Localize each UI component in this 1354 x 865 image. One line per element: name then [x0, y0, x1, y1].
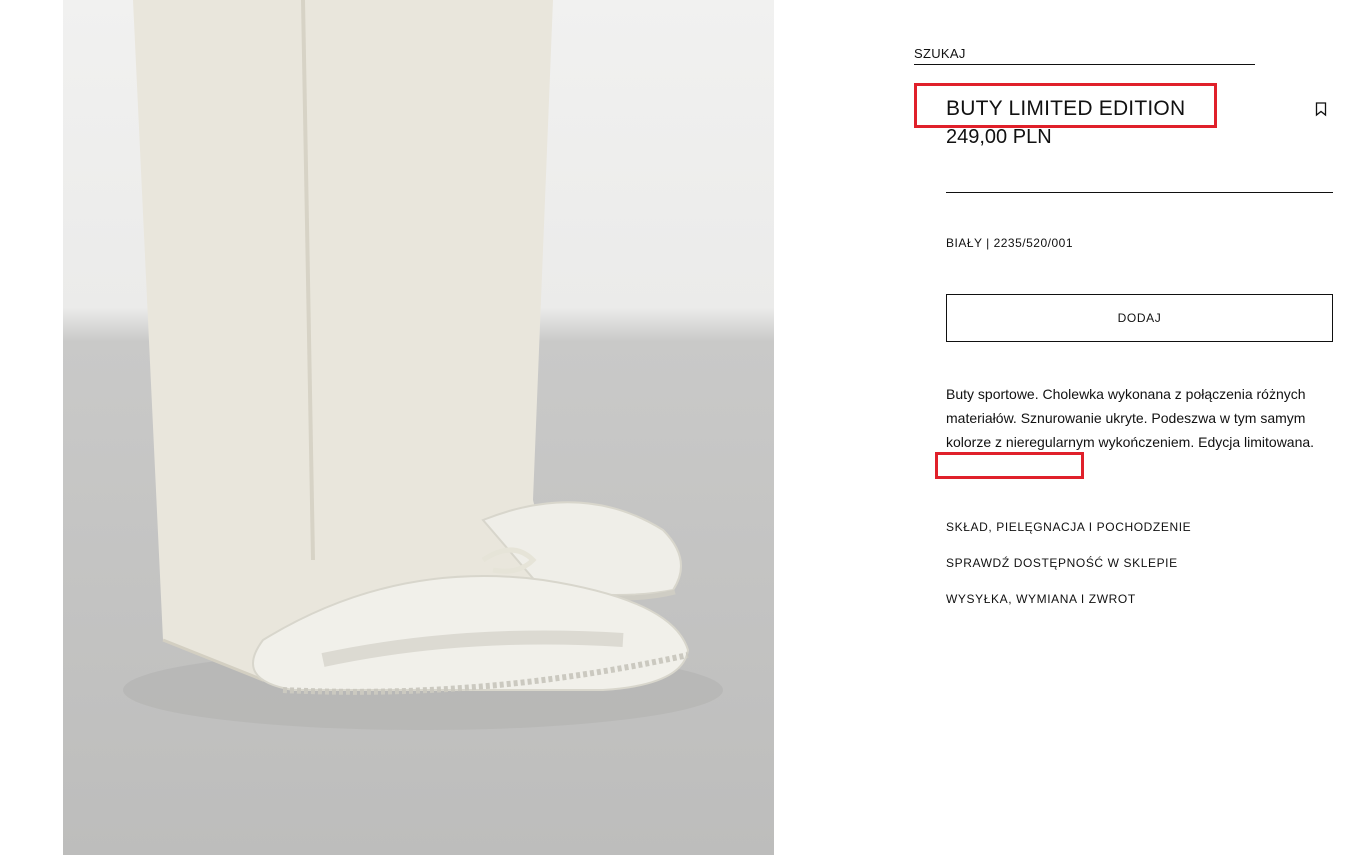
search-input[interactable]: SZUKAJ: [914, 46, 1255, 65]
composition-care-link[interactable]: SKŁAD, PIELĘGNACJA I POCHODZENIE: [946, 518, 1191, 554]
product-info-links: SKŁAD, PIELĘGNACJA I POCHODZENIE SPRAWDŹ…: [946, 518, 1191, 626]
product-price: 249,00 PLN: [946, 126, 1052, 148]
title-highlight-box: [914, 83, 1217, 128]
bookmark-icon-graphic: [1315, 102, 1327, 117]
search-label: SZUKAJ: [914, 46, 966, 61]
limited-edition-highlight-box: [935, 452, 1084, 479]
product-page: SZUKAJ BUTY LIMITED EDITION 249,00 PLN B…: [0, 0, 1354, 865]
shipping-returns-link[interactable]: WYSYŁKA, WYMIANA I ZWROT: [946, 590, 1191, 626]
description-limited-edition: Edycja limitowana.: [1198, 434, 1315, 450]
product-image: [63, 0, 774, 855]
color-reference: BIAŁY | 2235/520/001: [946, 236, 1073, 250]
store-availability-link[interactable]: SPRAWDŹ DOSTĘPNOŚĆ W SKLEPIE: [946, 554, 1191, 590]
product-description: Buty sportowe. Cholewka wykonana z połąc…: [946, 382, 1318, 454]
product-photo-illustration: [123, 0, 723, 730]
bookmark-icon[interactable]: [1313, 101, 1329, 117]
add-to-cart-button[interactable]: DODAJ: [946, 294, 1333, 342]
section-divider: [946, 192, 1333, 193]
